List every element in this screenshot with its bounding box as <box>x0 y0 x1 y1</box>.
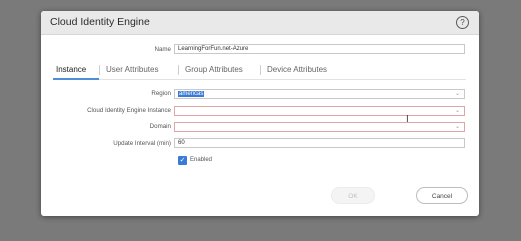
ok-button[interactable]: OK <box>331 187 375 204</box>
check-icon: ✓ <box>179 157 186 164</box>
help-icon[interactable]: ? <box>456 16 469 29</box>
tabs-divider <box>53 79 466 80</box>
tab-user-attributes[interactable]: User Attributes <box>106 65 158 74</box>
name-field[interactable]: LearningForFun.net-Azure <box>174 44 465 54</box>
tab-group-attributes[interactable]: Group Attributes <box>185 65 243 74</box>
cloud-identity-engine-dialog: Cloud Identity Engine ? Name LearningFor… <box>41 11 479 216</box>
update-interval-label: Update Interval (min) <box>113 140 171 147</box>
tab-instance[interactable]: Instance <box>56 65 86 74</box>
instance-select[interactable]: ⌄ <box>174 106 465 116</box>
name-label: Name <box>154 46 171 53</box>
dialog-titlebar: Cloud Identity Engine ? <box>41 11 479 35</box>
enabled-checkbox[interactable]: ✓ <box>178 156 187 165</box>
chevron-down-icon: ⌄ <box>454 108 460 114</box>
text-cursor-icon: I <box>406 114 409 125</box>
tab-device-attributes[interactable]: Device Attributes <box>267 65 327 74</box>
domain-select[interactable]: ⌄ <box>174 122 465 132</box>
chevron-down-icon: ⌄ <box>454 91 460 97</box>
tab-separator <box>178 65 179 75</box>
chevron-down-icon: ⌄ <box>454 124 460 130</box>
cancel-button[interactable]: Cancel <box>416 187 468 204</box>
domain-label: Domain <box>149 123 171 130</box>
update-interval-field[interactable]: 60 <box>174 138 465 148</box>
active-tab-indicator <box>53 78 99 80</box>
region-label: Region <box>151 90 171 97</box>
tab-separator <box>260 65 261 75</box>
enabled-label: Enabled <box>190 157 213 163</box>
region-value: americas <box>178 91 205 97</box>
dialog-title: Cloud Identity Engine <box>50 16 150 28</box>
region-select[interactable]: americas ⌄ <box>174 89 465 99</box>
instance-label: Cloud Identity Engine Instance <box>87 107 171 114</box>
tab-separator <box>99 65 100 75</box>
